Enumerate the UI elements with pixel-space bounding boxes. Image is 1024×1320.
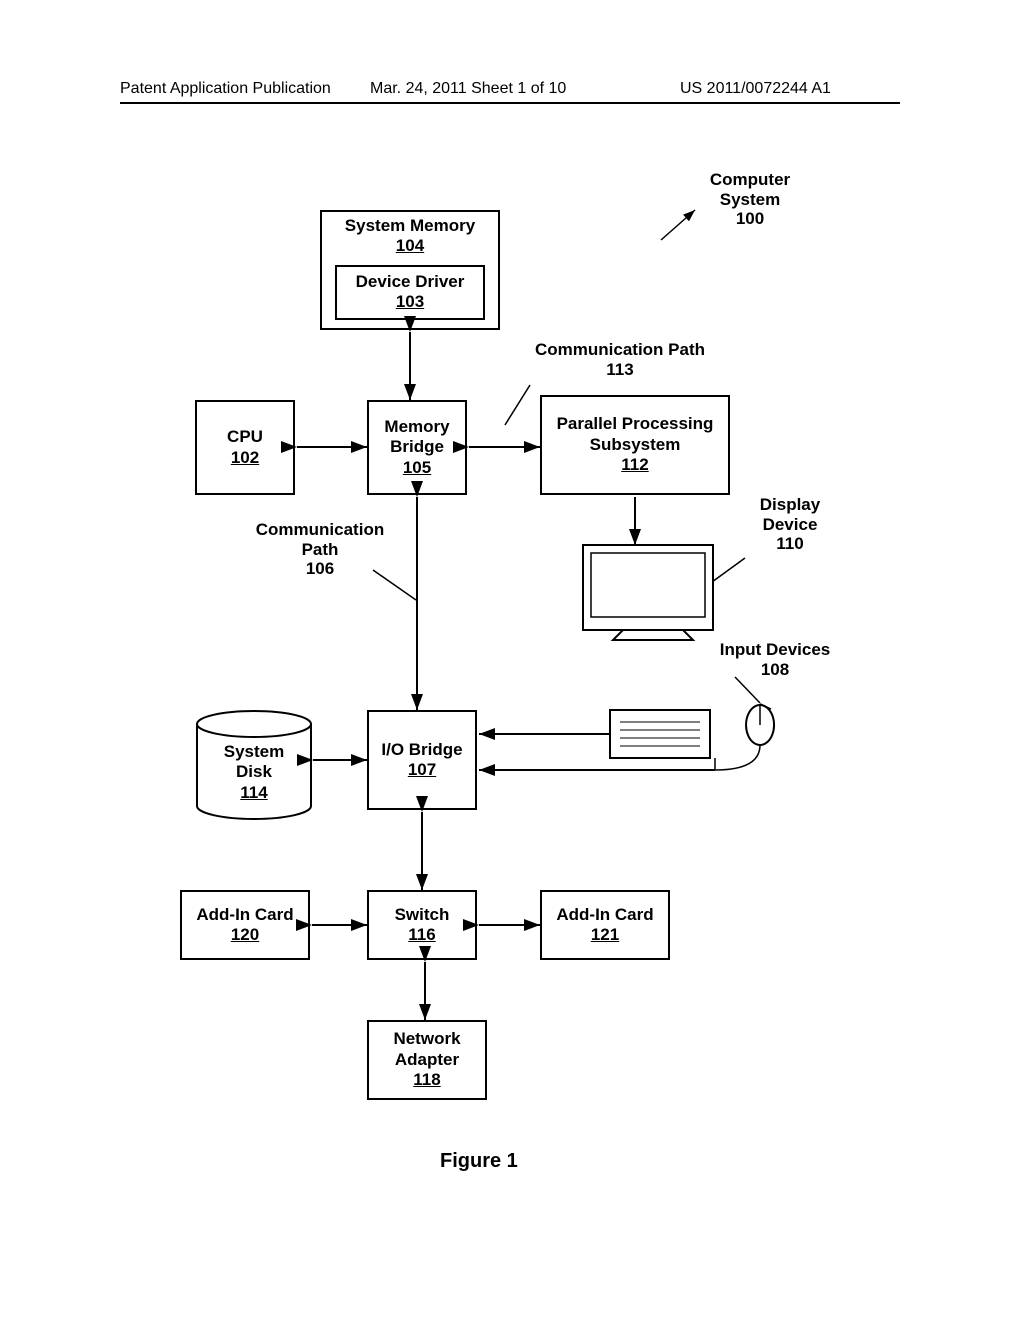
system-disk-ref: 114 (240, 783, 267, 802)
memory-bridge-ref: 105 (403, 458, 431, 478)
io-bridge-block: I/O Bridge 107 (367, 710, 477, 810)
header-center: Mar. 24, 2011 Sheet 1 of 10 (370, 80, 566, 98)
io-bridge-ref: 107 (408, 760, 436, 780)
switch-block: Switch 116 (367, 890, 477, 960)
display-device-label: DisplayDevice110 (745, 495, 835, 554)
computer-system-label: ComputerSystem100 (690, 170, 810, 229)
comm-path-113-label: Communication Path113 (510, 340, 730, 379)
cpu-block: CPU 102 (195, 400, 295, 495)
input-devices-label: Input Devices108 (700, 640, 850, 679)
addin120-ref: 120 (231, 925, 259, 945)
pps-ref: 112 (621, 455, 648, 475)
diagram: ComputerSystem100 System Memory 104 Devi… (120, 150, 904, 1170)
figure-caption: Figure 1 (440, 1150, 518, 1173)
addin121-title: Add-In Card (556, 905, 653, 925)
net-adapter-title: NetworkAdapter (393, 1029, 460, 1070)
device-driver-ref: 103 (396, 292, 424, 312)
memory-bridge-block: MemoryBridge 105 (367, 400, 467, 495)
cpu-ref: 102 (231, 448, 259, 468)
cpu-title: CPU (227, 427, 263, 447)
system-disk-block: SystemDisk 114 (195, 710, 313, 818)
memory-bridge-title: MemoryBridge (384, 417, 449, 458)
system-memory-title: System Memory (345, 216, 475, 235)
system-disk-title: SystemDisk (224, 742, 284, 781)
system-memory-ref: 104 (396, 236, 424, 255)
page-header: Patent Application Publication Mar. 24, … (0, 80, 1024, 110)
pps-block: Parallel ProcessingSubsystem 112 (540, 395, 730, 495)
comm-path-106-label: CommunicationPath106 (240, 520, 400, 579)
device-driver-title: Device Driver (356, 272, 465, 292)
addin121-ref: 121 (591, 925, 619, 945)
pps-title: Parallel ProcessingSubsystem (557, 414, 714, 455)
system-memory-block: System Memory 104 Device Driver 103 (320, 210, 500, 330)
io-bridge-title: I/O Bridge (381, 740, 462, 760)
network-adapter-block: NetworkAdapter 118 (367, 1020, 487, 1100)
addin120-title: Add-In Card (196, 905, 293, 925)
switch-ref: 116 (408, 925, 435, 945)
header-right: US 2011/0072244 A1 (680, 80, 831, 98)
switch-title: Switch (395, 905, 450, 925)
header-left: Patent Application Publication (120, 80, 331, 98)
device-driver-block: Device Driver 103 (335, 265, 485, 320)
addin-120-block: Add-In Card 120 (180, 890, 310, 960)
header-rule (120, 102, 900, 104)
addin-121-block: Add-In Card 121 (540, 890, 670, 960)
net-adapter-ref: 118 (413, 1070, 440, 1090)
